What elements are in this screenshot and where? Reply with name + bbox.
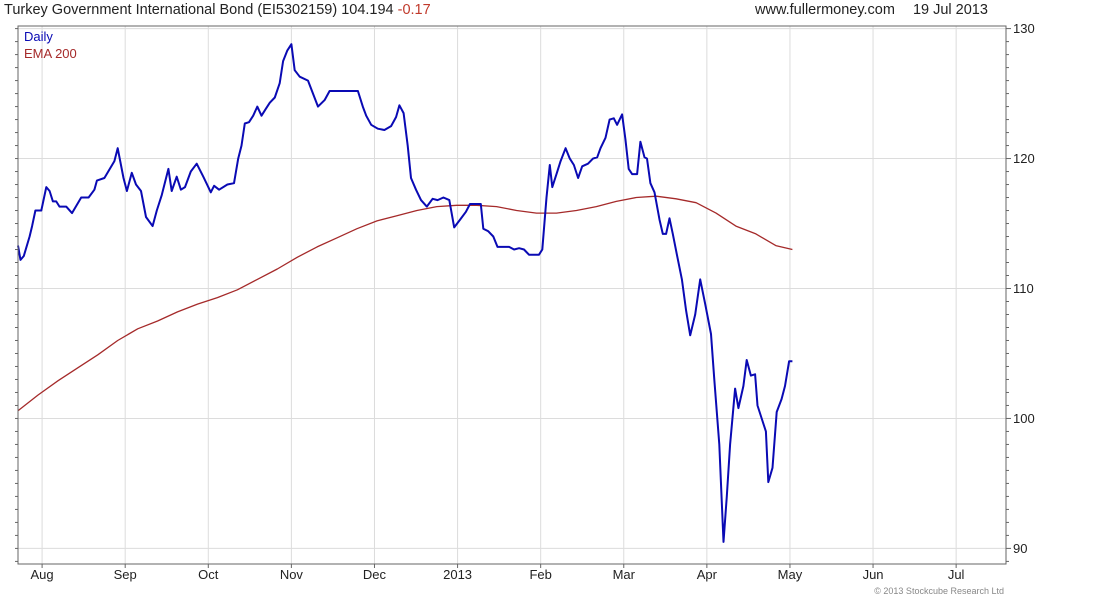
plot-frame bbox=[17, 25, 1007, 565]
grid bbox=[18, 26, 1006, 564]
x-tick-label: Oct bbox=[198, 567, 219, 582]
y-tick-label: 130 bbox=[1013, 21, 1035, 36]
legend: Daily EMA 200 bbox=[24, 29, 77, 61]
x-tick-label: Mar bbox=[613, 567, 636, 582]
x-tick-label: Feb bbox=[529, 567, 551, 582]
x-tick-label: Sep bbox=[114, 567, 137, 582]
x-tick-label: Dec bbox=[363, 567, 387, 582]
y-tick-label: 110 bbox=[1013, 281, 1034, 296]
x-tick-label: Apr bbox=[697, 567, 718, 582]
x-tick-label: Aug bbox=[31, 567, 54, 582]
legend-entry-daily: Daily bbox=[24, 29, 53, 44]
axes: Aug Sep Oct Nov Dec 2013 Feb Mar Apr May Jun Jul 90 1… bbox=[15, 21, 1035, 582]
daily-price-line bbox=[17, 43, 793, 543]
ema-200-line bbox=[17, 195, 793, 412]
series-layer bbox=[17, 43, 793, 543]
y-tick-label: 90 bbox=[1013, 541, 1027, 556]
x-tick-label: Nov bbox=[280, 567, 304, 582]
x-tick-label: 2013 bbox=[443, 567, 472, 582]
x-tick-label: Jun bbox=[863, 567, 884, 582]
copyright-notice: © 2013 Stockcube Research Ltd bbox=[874, 586, 1004, 596]
legend-entry-ema-200: EMA 200 bbox=[24, 46, 77, 61]
y-tick-label: 120 bbox=[1013, 151, 1035, 166]
price-chart: Aug Sep Oct Nov Dec 2013 Feb Mar Apr May Jun Jul 90 1… bbox=[15, 21, 1035, 582]
x-tick-label: May bbox=[778, 567, 803, 582]
x-tick-label: Jul bbox=[948, 567, 965, 582]
y-tick-label: 100 bbox=[1013, 411, 1035, 426]
